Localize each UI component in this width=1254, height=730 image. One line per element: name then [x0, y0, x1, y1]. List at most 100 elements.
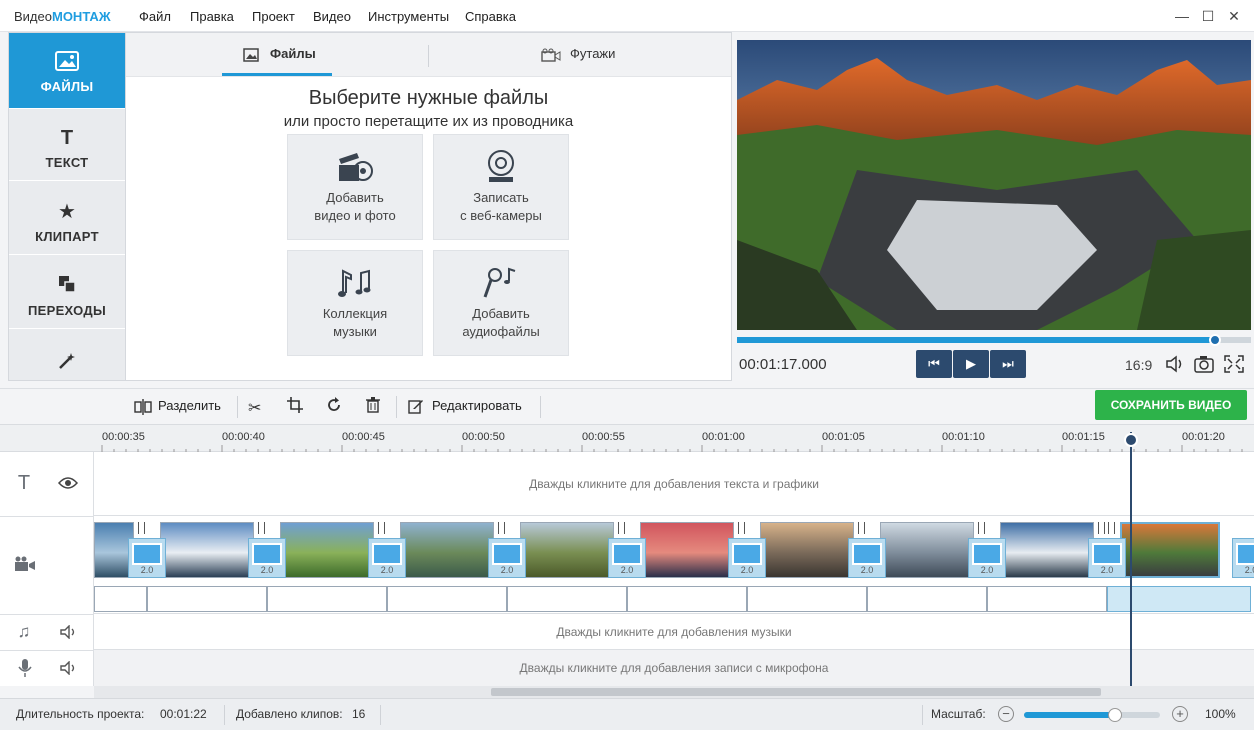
video-clip[interactable]	[880, 522, 974, 578]
split-button[interactable]: Разделить	[134, 389, 230, 425]
zoom-in-icon[interactable]: +	[1172, 706, 1188, 722]
video-clip[interactable]	[160, 522, 254, 578]
status-divider	[224, 705, 225, 725]
clip-trim-handle[interactable]	[378, 522, 385, 534]
menu-tools[interactable]: Инструменты	[368, 9, 449, 24]
aspect-ratio[interactable]: 16:9	[1125, 357, 1152, 373]
duration-value: 00:01:22	[160, 707, 207, 721]
maximize-button[interactable]: ☐	[1198, 6, 1218, 26]
clip-trim-handle[interactable]	[138, 522, 145, 534]
clip-trim-handle[interactable]	[498, 522, 505, 534]
title-bar: ВидеоМОНТАЖ Файл Правка Проект Видео Инс…	[0, 0, 1254, 32]
crop-icon[interactable]	[287, 397, 303, 418]
clip-trim-handle[interactable]	[738, 522, 745, 534]
sidebar-item-text[interactable]: T ТЕКСТ	[9, 109, 125, 181]
sidebar-item-clipart[interactable]: ★ КЛИПАРТ	[9, 183, 125, 255]
video-clip[interactable]	[760, 522, 854, 578]
playhead-handle[interactable]	[1124, 433, 1138, 447]
transition-thumb[interactable]: 2.0	[1088, 538, 1126, 578]
sidebar-item-effects[interactable]	[9, 331, 125, 380]
clip-audio-segment[interactable]	[747, 586, 867, 612]
clip-trim-handle[interactable]	[1108, 522, 1115, 534]
mic-track[interactable]: Дважды кликните для добавления записи с …	[94, 650, 1254, 686]
sidebar-item-files[interactable]: ФАЙЛЫ	[9, 33, 125, 109]
clip-trim-handle[interactable]	[258, 522, 265, 534]
progress-knob[interactable]	[1209, 334, 1222, 346]
clip-audio-segment[interactable]	[147, 586, 267, 612]
trash-icon[interactable]	[366, 397, 380, 418]
transition-thumb[interactable]: 2.0	[848, 538, 886, 578]
transition-preview-icon	[1092, 543, 1122, 565]
split-label: Разделить	[158, 398, 221, 413]
video-clip[interactable]	[1000, 522, 1094, 578]
add-audio-button[interactable]: Добавить аудиофайлы	[433, 250, 569, 356]
add-video-photo-button[interactable]: Добавить видео и фото	[287, 134, 423, 240]
transition-thumb[interactable]: 2.0	[128, 538, 166, 578]
timeline-ruler[interactable]: 00:00:35 00:00:40 00:00:45 00:00:50 00:0…	[0, 424, 1254, 453]
rotate-icon[interactable]	[326, 397, 342, 418]
scissors-icon[interactable]: ✂	[248, 398, 261, 418]
clip-trim-handle[interactable]	[978, 522, 985, 534]
transition-thumb[interactable]: 2.0	[728, 538, 766, 578]
next-frame-button[interactable]: ⏭	[990, 350, 1026, 378]
clip-audio-segment[interactable]	[387, 586, 507, 612]
transition-thumb[interactable]: 2.0	[488, 538, 526, 578]
tab-files[interactable]: Файлы	[222, 33, 332, 77]
clip-audio-segment[interactable]	[867, 586, 987, 612]
video-preview[interactable]	[737, 40, 1251, 330]
clip-audio-segment[interactable]	[627, 586, 747, 612]
video-clip[interactable]	[400, 522, 494, 578]
edit-button[interactable]: Редактировать	[408, 389, 533, 425]
sidebar-item-transitions[interactable]: ПЕРЕХОДЫ	[9, 257, 125, 329]
video-clip[interactable]	[1120, 522, 1220, 578]
transition-thumb[interactable]: 2.0	[248, 538, 286, 578]
video-clip[interactable]	[280, 522, 374, 578]
eye-icon[interactable]	[57, 476, 79, 495]
menu-project[interactable]: Проект	[252, 9, 295, 24]
snapshot-camera-icon[interactable]	[1193, 355, 1215, 375]
timeline-scrollbar[interactable]	[94, 686, 1254, 698]
transition-thumb[interactable]: 2.0	[968, 538, 1006, 578]
prev-frame-button[interactable]: ⏮	[916, 350, 952, 378]
playback-progress[interactable]	[737, 334, 1251, 346]
video-track[interactable]: 2.0 2.0 2.0 2.0 2.0 2.0 2.0 2.0 2.0 2.0	[94, 516, 1254, 614]
video-clip[interactable]	[640, 522, 734, 578]
clip-audio-segment[interactable]	[507, 586, 627, 612]
fullscreen-icon[interactable]	[1223, 355, 1245, 375]
clip-trim-handle[interactable]	[618, 522, 625, 534]
clip-audio-segment[interactable]	[267, 586, 387, 612]
menu-video[interactable]: Видео	[313, 9, 351, 24]
music-volume-icon[interactable]	[60, 624, 78, 644]
transition-thumb[interactable]: 2.0	[1232, 538, 1254, 578]
volume-icon[interactable]	[1164, 355, 1186, 375]
save-video-button[interactable]: СОХРАНИТЬ ВИДЕО	[1095, 390, 1247, 420]
clip-audio-segment[interactable]	[94, 586, 147, 612]
music-collection-button[interactable]: Коллекция музыки	[287, 250, 423, 356]
scrollbar-thumb[interactable]	[491, 688, 1101, 696]
ruler-tick: 00:01:00	[702, 431, 745, 443]
clip-trim-handle[interactable]	[1098, 522, 1105, 534]
video-clip[interactable]	[520, 522, 614, 578]
close-button[interactable]: ✕	[1224, 6, 1244, 26]
music-track[interactable]: Дважды кликните для добавления музыки	[94, 614, 1254, 650]
minimize-button[interactable]: —	[1172, 6, 1192, 26]
clip-audio-segment[interactable]	[1107, 586, 1251, 612]
record-webcam-button[interactable]: Записать с веб-камеры	[433, 134, 569, 240]
zoom-knob[interactable]	[1108, 708, 1123, 722]
clip-trim-handle[interactable]	[858, 522, 865, 534]
transition-duration: 2.0	[740, 565, 754, 575]
play-button[interactable]: ▶	[953, 350, 989, 378]
tab-footage[interactable]: Футажи	[536, 33, 646, 77]
playhead[interactable]	[1130, 432, 1132, 686]
transition-thumb[interactable]: 2.0	[608, 538, 646, 578]
clip-audio-segment[interactable]	[987, 586, 1107, 612]
zoom-slider[interactable]	[1024, 708, 1160, 722]
menu-file[interactable]: Файл	[139, 9, 171, 24]
menu-edit[interactable]: Правка	[190, 9, 234, 24]
text-track[interactable]: Дважды кликните для добавления текста и …	[94, 452, 1254, 516]
mic-volume-icon[interactable]	[60, 660, 78, 680]
transition-thumb[interactable]: 2.0	[368, 538, 406, 578]
menu-help[interactable]: Справка	[465, 9, 516, 24]
transition-duration: 2.0	[380, 565, 394, 575]
zoom-out-icon[interactable]: −	[998, 706, 1014, 722]
